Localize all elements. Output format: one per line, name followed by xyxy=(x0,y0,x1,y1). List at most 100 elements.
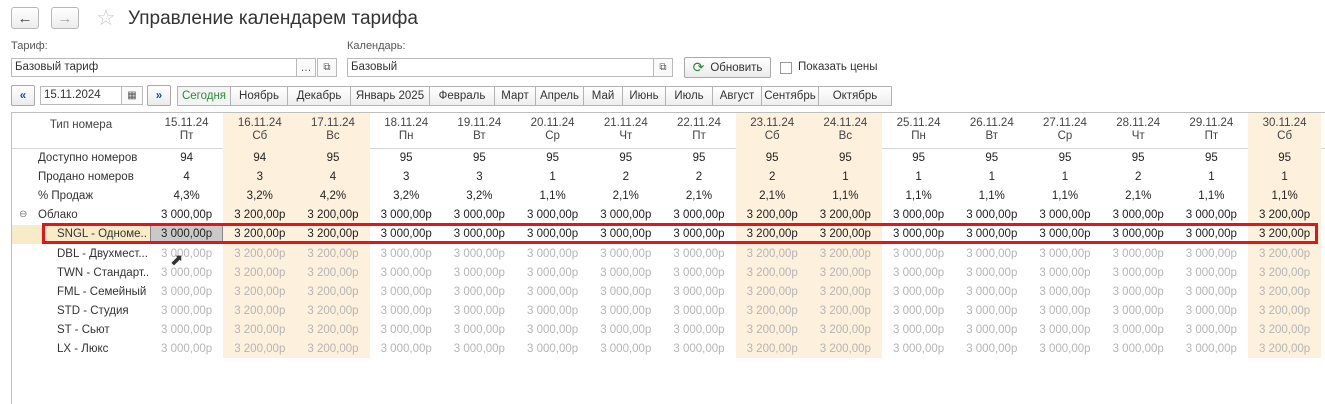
table-cell[interactable]: 3 200,00р xyxy=(223,245,296,264)
table-cell[interactable]: 3 000,00р xyxy=(1175,302,1248,321)
table-cell[interactable]: 3 000,00р xyxy=(1175,340,1248,359)
table-cell[interactable]: 3 200,00р xyxy=(296,245,369,264)
back-button[interactable]: ← xyxy=(11,7,39,29)
table-cell[interactable]: 3 000,00р xyxy=(1102,283,1175,302)
table-cell[interactable]: 2,1% xyxy=(589,187,662,206)
table-cell[interactable]: 3 000,00р xyxy=(955,340,1028,359)
table-cell[interactable]: 94 xyxy=(150,149,223,168)
table-cell[interactable]: 95 xyxy=(370,149,443,168)
table-cell[interactable]: 3 000,00р xyxy=(1175,206,1248,225)
table-cell[interactable]: 4 xyxy=(296,168,369,187)
forward-button[interactable]: → xyxy=(51,7,79,29)
prev-period-button[interactable]: « xyxy=(11,85,35,106)
table-cell[interactable]: 3 000,00р xyxy=(1175,264,1248,283)
table-cell[interactable]: 3 000,00р xyxy=(882,340,955,359)
table-cell[interactable]: 3 000,00р xyxy=(882,245,955,264)
table-cell[interactable]: 4 xyxy=(150,168,223,187)
table-cell[interactable]: 3 000,00р xyxy=(1028,340,1101,359)
table-cell[interactable]: 3 000,00р xyxy=(370,340,443,359)
table-cell[interactable]: 95 xyxy=(1028,149,1101,168)
table-cell[interactable]: 3 000,00р xyxy=(1175,283,1248,302)
refresh-button[interactable]: ⟳ Обновить xyxy=(684,57,771,78)
table-cell[interactable]: 3 000,00р xyxy=(443,245,516,264)
table-cell[interactable]: 3 xyxy=(370,168,443,187)
table-cell[interactable]: 2,1% xyxy=(736,187,809,206)
table-cell[interactable]: 95 xyxy=(443,149,516,168)
calendar-open-button[interactable]: ⧉ xyxy=(653,58,673,77)
table-cell[interactable]: 3 000,00р xyxy=(150,283,223,302)
table-cell[interactable]: 2 xyxy=(589,168,662,187)
table-cell[interactable]: 3 000,00р xyxy=(1028,245,1101,264)
table-row[interactable]: ST - Сьют 3 000,00р 3 200,00р 3 200,00р 3 00… xyxy=(12,321,1325,340)
table-cell[interactable]: 3 000,00р xyxy=(516,245,589,264)
table-cell[interactable]: 3 000,00р xyxy=(955,225,1028,244)
table-cell[interactable]: 3 000,00р xyxy=(370,206,443,225)
table-cell[interactable]: 3 200,00р xyxy=(223,283,296,302)
table-row[interactable]: DBL - Двухмест... 3 000,00р 3 200,00р 3 200… xyxy=(12,245,1325,264)
table-cell[interactable]: 1 xyxy=(516,168,589,187)
table-cell[interactable]: 3 000,00р xyxy=(150,206,223,225)
table-cell[interactable]: 3 000,00р xyxy=(443,302,516,321)
favorite-star-icon[interactable]: ☆ xyxy=(96,5,116,31)
table-cell[interactable]: 3 xyxy=(443,168,516,187)
table-cell[interactable]: 3 000,00р xyxy=(1028,283,1101,302)
table-cell[interactable]: 1 xyxy=(809,168,882,187)
table-cell[interactable]: 3 000,00р xyxy=(1102,340,1175,359)
tab-9[interactable]: Июль xyxy=(665,86,713,106)
table-cell[interactable]: 3 200,00р xyxy=(296,283,369,302)
table-cell[interactable]: 3 200,00р xyxy=(809,225,882,244)
tariff-field[interactable]: Базовый тариф xyxy=(11,58,297,77)
table-cell[interactable]: 3 000,00р xyxy=(516,206,589,225)
table-cell[interactable]: 3 200,00р xyxy=(809,206,882,225)
table-cell[interactable]: 3 000,00р xyxy=(150,302,223,321)
table-cell[interactable]: 3 000,00р xyxy=(443,225,516,244)
table-cell[interactable]: 3 000,00р xyxy=(882,206,955,225)
table-cell[interactable]: 3 200,00р xyxy=(1248,206,1321,225)
table-cell[interactable]: 3 000,00р xyxy=(589,321,662,340)
table-cell[interactable]: 3 000,00р xyxy=(443,321,516,340)
table-cell[interactable]: 3 000,00р xyxy=(955,206,1028,225)
table-cell[interactable]: 3 000,00р xyxy=(516,302,589,321)
table-cell[interactable]: 3 000,00р xyxy=(662,264,735,283)
table-cell[interactable]: 3 000,00р xyxy=(589,302,662,321)
table-cell[interactable]: 3 000,00р xyxy=(516,225,589,244)
table-cell[interactable]: 3 000,00р xyxy=(443,264,516,283)
table-cell[interactable]: 3 000,00р xyxy=(370,283,443,302)
table-cell[interactable]: 3 000,00р xyxy=(150,225,224,245)
table-cell[interactable]: 3 000,00р xyxy=(1175,225,1248,244)
table-cell[interactable]: 3 200,00р xyxy=(296,206,369,225)
table-cell[interactable]: 95 xyxy=(589,149,662,168)
table-cell[interactable]: 3 000,00р xyxy=(955,302,1028,321)
tab-1[interactable]: Ноябрь xyxy=(230,86,288,106)
table-cell[interactable]: 1,1% xyxy=(516,187,589,206)
table-cell[interactable]: 3 000,00р xyxy=(662,302,735,321)
table-cell[interactable]: 3 000,00р xyxy=(1175,321,1248,340)
table-cell[interactable]: 3 200,00р xyxy=(296,225,369,244)
table-cell[interactable]: 3 200,00р xyxy=(223,206,296,225)
table-cell[interactable]: 3,2% xyxy=(370,187,443,206)
date-picker-button[interactable]: ▦ xyxy=(121,86,143,105)
table-row[interactable]: Продано номеров 4 3 4 3 3 1 2 2 2 1 1 1 1 2 1 1 xyxy=(12,168,1325,187)
table-cell[interactable]: 95 xyxy=(736,149,809,168)
tab-10[interactable]: Август xyxy=(712,86,762,106)
table-cell[interactable]: 3 200,00р xyxy=(1248,264,1321,283)
table-cell[interactable]: 3 200,00р xyxy=(223,321,296,340)
table-cell[interactable]: 3 000,00р xyxy=(955,321,1028,340)
table-cell[interactable]: 3 000,00р xyxy=(150,245,223,264)
tariff-open-button[interactable]: ⧉ xyxy=(317,58,337,77)
tab-8[interactable]: Июнь xyxy=(622,86,666,106)
table-cell[interactable]: 95 xyxy=(1175,149,1248,168)
table-cell[interactable]: 3 000,00р xyxy=(370,225,443,244)
table-cell[interactable]: 3 200,00р xyxy=(296,302,369,321)
table-cell[interactable]: 95 xyxy=(809,149,882,168)
table-cell[interactable]: 2 xyxy=(1102,168,1175,187)
table-cell[interactable]: 3 000,00р xyxy=(882,283,955,302)
table-cell[interactable]: 3 000,00р xyxy=(662,321,735,340)
table-cell[interactable]: 3 000,00р xyxy=(882,264,955,283)
tab-2[interactable]: Декабрь xyxy=(287,86,351,106)
table-cell[interactable]: 3 200,00р xyxy=(736,283,809,302)
table-cell[interactable]: 3 000,00р xyxy=(150,321,223,340)
table-cell[interactable]: 3 200,00р xyxy=(223,340,296,359)
table-cell[interactable]: 3 000,00р xyxy=(516,340,589,359)
table-row[interactable]: SNGL - Одноме... 3 000,00р 3 200,00р 3 200,… xyxy=(12,225,1325,245)
